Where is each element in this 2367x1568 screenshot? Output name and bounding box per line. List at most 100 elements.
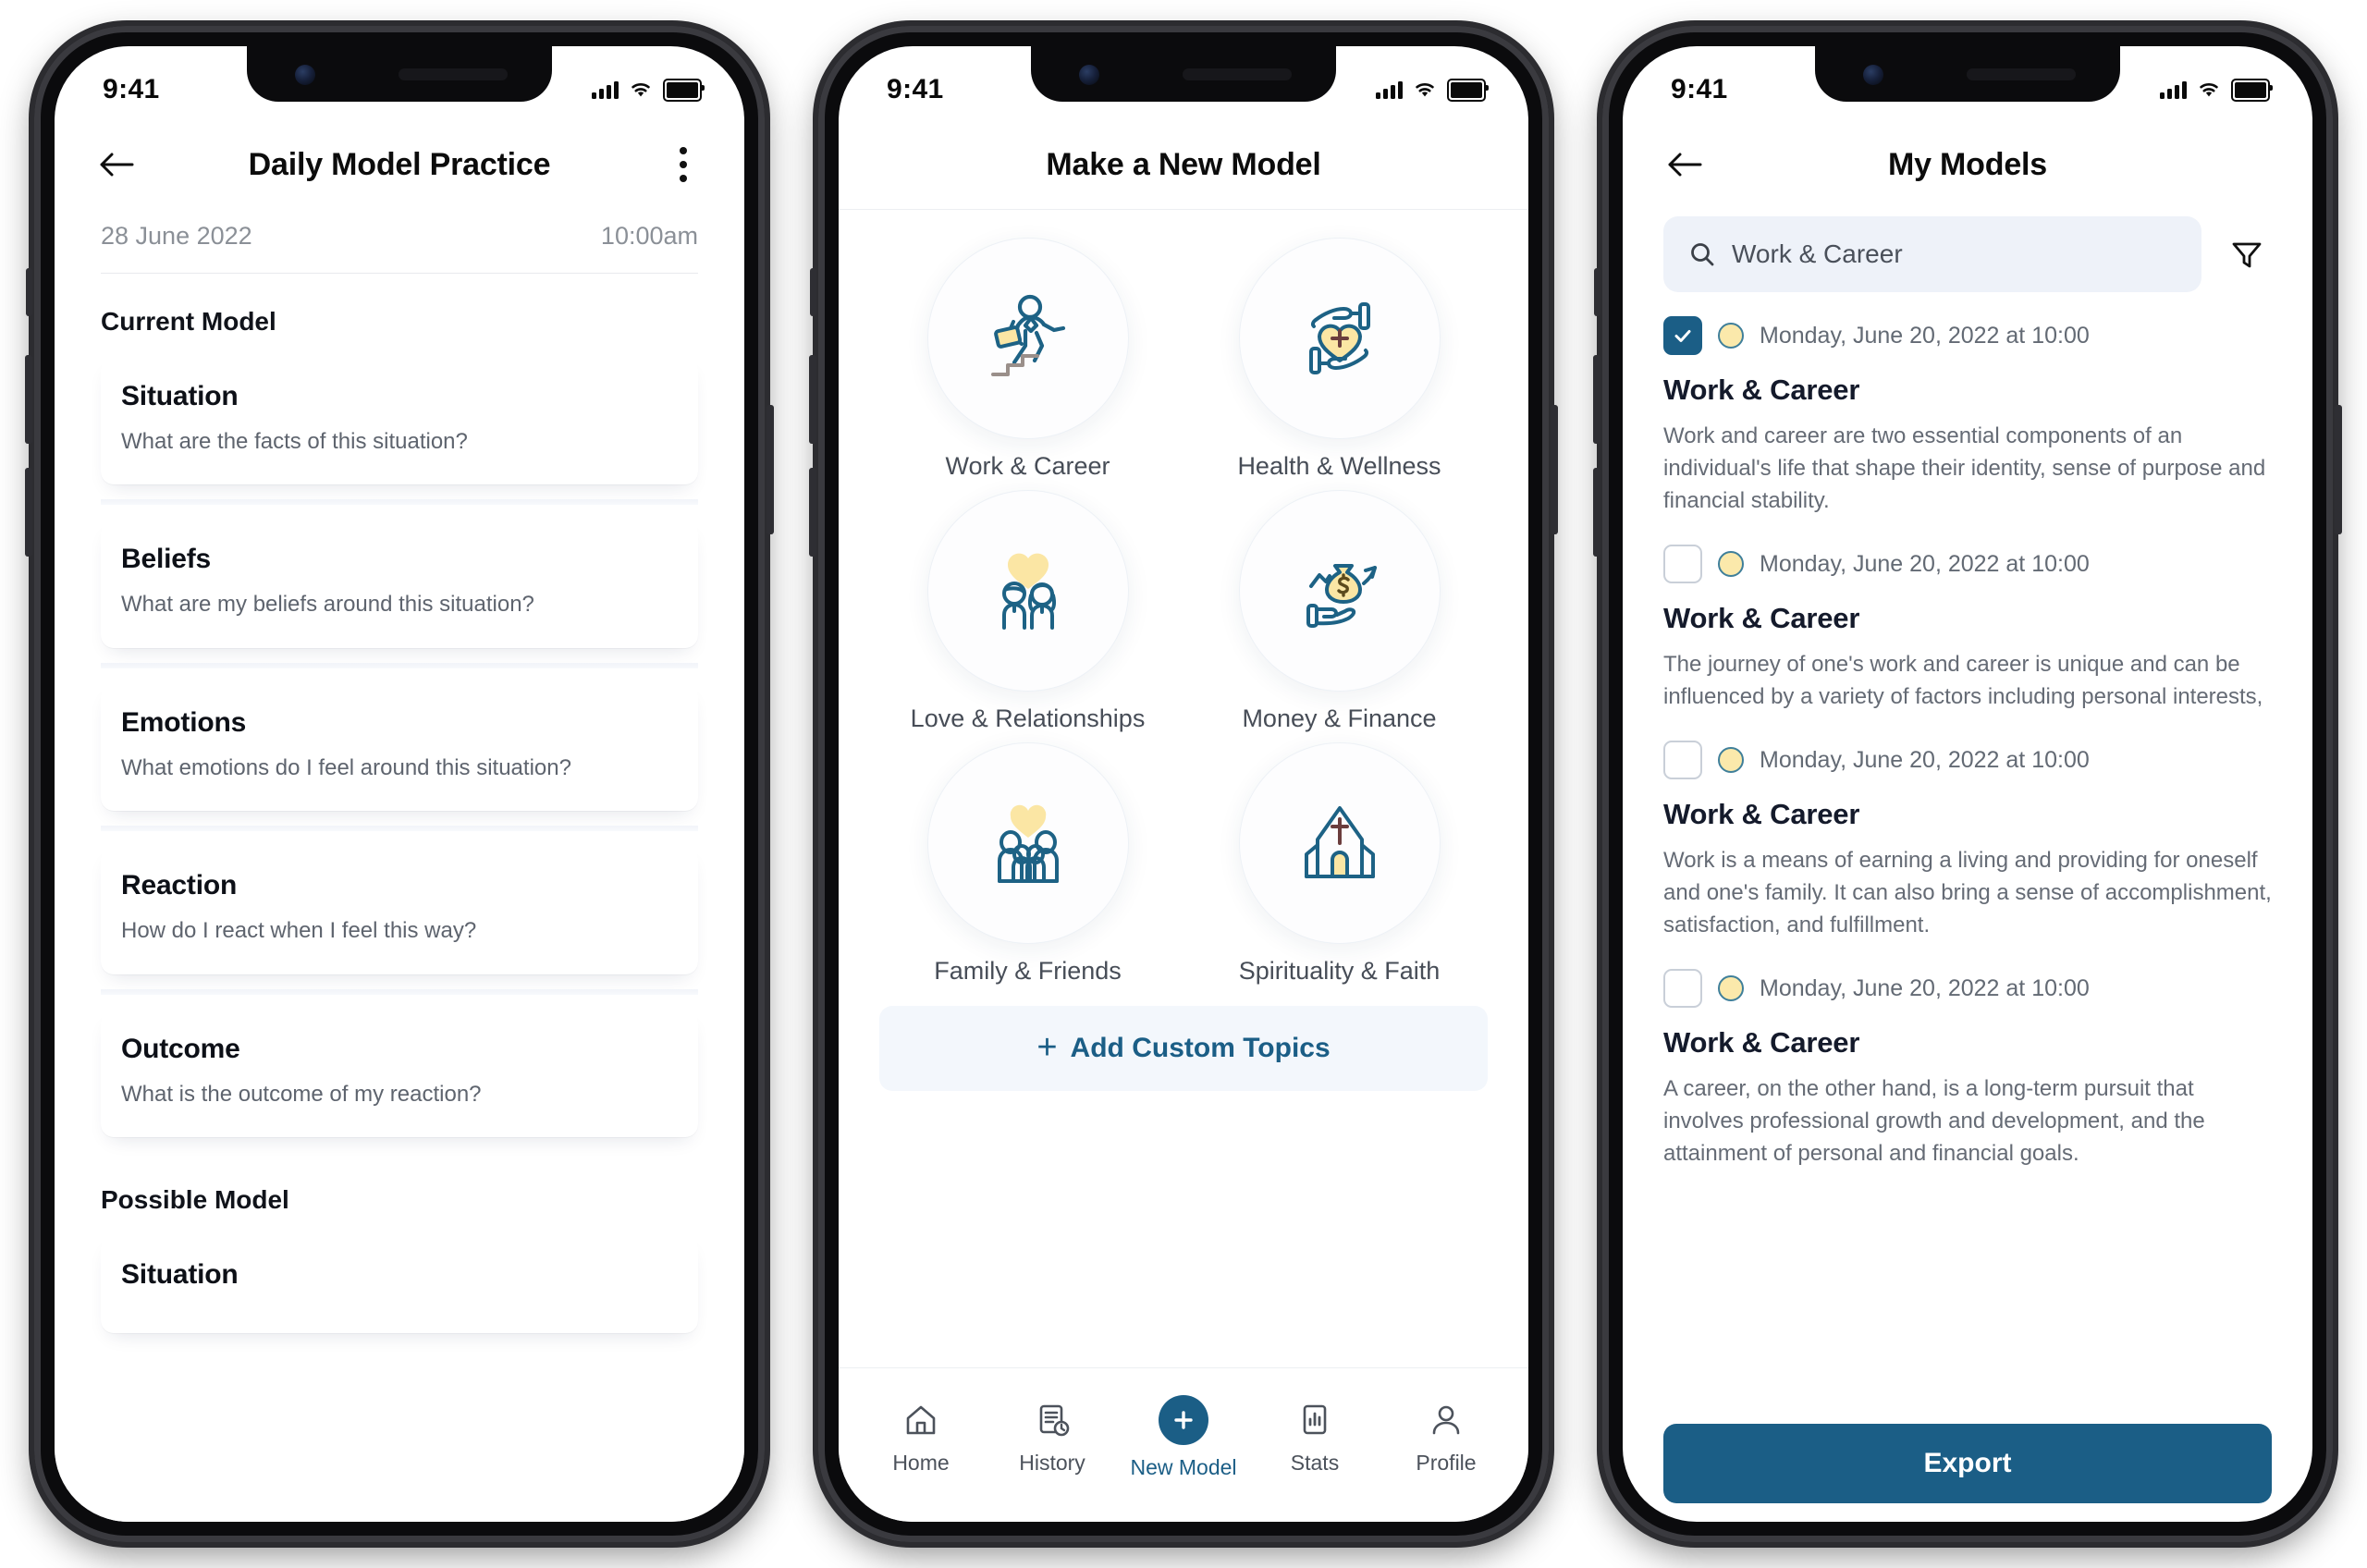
volume-up-button[interactable] [1593, 355, 1600, 444]
model-list-item[interactable]: Monday, June 20, 2022 at 10:00 Work & Ca… [1663, 969, 2272, 1170]
export-button[interactable]: Export [1663, 1424, 2272, 1503]
model-title: Work & Career [1663, 1026, 1860, 1060]
card-prompt: What is the outcome of my reaction? [121, 1081, 482, 1107]
add-custom-topics-button[interactable]: + Add Custom Topics [879, 1006, 1488, 1091]
model-card-emotions[interactable]: Emotions What emotions do I feel around … [101, 682, 698, 812]
hands-heart-plus-icon [1308, 302, 1370, 374]
silent-switch[interactable] [810, 268, 816, 316]
tab-new-model[interactable]: New Model [1123, 1395, 1244, 1480]
topic-love-relationships[interactable]: Love & Relationships [872, 490, 1184, 733]
list-fade-overlay [1623, 1381, 2312, 1418]
model-timestamp: Monday, June 20, 2022 at 10:00 [1760, 746, 2090, 773]
power-button[interactable] [1551, 405, 1558, 534]
topic-icon-wrap [1238, 490, 1441, 692]
silent-switch[interactable] [26, 268, 32, 316]
model-description: The journey of one's work and career is … [1663, 652, 2263, 710]
tab-label: Profile [1416, 1451, 1477, 1475]
model-checkbox[interactable] [1663, 741, 1702, 780]
family-heart-icon [997, 804, 1059, 883]
tab-label: Home [892, 1451, 950, 1475]
status-icons [1376, 78, 1489, 102]
model-card-beliefs[interactable]: Beliefs What are my beliefs around this … [101, 520, 698, 648]
card-gap [101, 499, 698, 506]
arrow-left-icon [1668, 153, 1702, 177]
card-prompt: What are the facts of this situation? [121, 429, 468, 454]
home-icon [906, 1405, 936, 1435]
topic-money-finance[interactable]: Money & Finance [1184, 490, 1495, 733]
cellular-icon [2160, 80, 2187, 99]
model-checkbox[interactable] [1663, 316, 1702, 355]
model-timestamp: Monday, June 20, 2022 at 10:00 [1760, 550, 2090, 577]
model-list-item[interactable]: Monday, June 20, 2022 at 10:00 Work & Ca… [1663, 545, 2272, 713]
topic-icon-wrap [926, 238, 1129, 439]
model-description: Work is a means of earning a living and … [1663, 848, 2272, 938]
front-camera-icon [295, 65, 315, 85]
model-card-outcome[interactable]: Outcome What is the outcome of my reacti… [101, 1009, 698, 1137]
tab-profile[interactable]: Profile [1386, 1400, 1506, 1476]
topic-spirituality-faith[interactable]: Spirituality & Faith [1184, 742, 1495, 986]
model-card-situation[interactable]: Situation What are the facts of this sit… [101, 357, 698, 485]
silent-switch[interactable] [1594, 268, 1600, 316]
model-item-header: Monday, June 20, 2022 at 10:00 [1663, 741, 2272, 780]
volume-up-button[interactable] [25, 355, 32, 444]
volume-down-button[interactable] [1593, 468, 1600, 557]
model-list-item[interactable]: Monday, June 20, 2022 at 10:00 Work & Ca… [1663, 316, 2272, 517]
search-row: Work & Career [1623, 209, 2312, 292]
back-button[interactable] [93, 141, 140, 188]
model-title: Work & Career [1663, 602, 1860, 635]
wifi-icon [632, 83, 650, 97]
model-checkbox[interactable] [1663, 545, 1702, 584]
tab-label: New Model [1130, 1455, 1237, 1479]
volume-down-button[interactable] [25, 468, 32, 557]
topic-icon-wrap [1238, 238, 1441, 439]
topic-work-career[interactable]: Work & Career [872, 238, 1184, 481]
page-title: Daily Model Practice [248, 146, 551, 182]
filter-button[interactable] [2222, 229, 2272, 279]
topic-label: Health & Wellness [1237, 452, 1441, 480]
model-list-item[interactable]: Monday, June 20, 2022 at 10:00 Work & Ca… [1663, 741, 2272, 941]
nav-bar-3: My Models [1623, 120, 2312, 209]
tab-home[interactable]: Home [861, 1400, 981, 1476]
card-prompt: What emotions do I feel around this situ… [121, 754, 571, 780]
earpiece-speaker [1183, 68, 1292, 80]
phone-1-daily-model-practice: 9:41 Daily Model Practice 28 June 2022 1… [25, 26, 774, 1542]
entry-meta: 28 June 2022 10:00am [55, 209, 744, 273]
topic-family-friends[interactable]: Family & Friends [872, 742, 1184, 986]
screen-1-content[interactable]: 28 June 2022 10:00am Current Model Situa… [55, 209, 744, 1522]
model-description: A career, on the other hand, is a long-t… [1663, 1076, 2205, 1167]
model-checkbox[interactable] [1663, 969, 1702, 1009]
power-button[interactable] [2335, 405, 2342, 534]
volume-up-button[interactable] [809, 355, 816, 444]
tab-stats[interactable]: Stats [1255, 1400, 1375, 1476]
power-button[interactable] [767, 405, 774, 534]
card-title: Reaction [121, 870, 238, 901]
plus-circle-icon [1159, 1395, 1208, 1445]
briefcase-person-stairs-icon [990, 294, 1065, 376]
model-title: Work & Career [1663, 374, 1860, 406]
back-button[interactable] [1662, 141, 1708, 188]
nav-bar-2: Make a New Model [839, 120, 1528, 209]
model-description: Work and career are two essential compon… [1663, 423, 2266, 514]
model-card-possible-situation[interactable]: Situation [101, 1234, 698, 1333]
church-cross-icon [1304, 806, 1375, 878]
model-item-header: Monday, June 20, 2022 at 10:00 [1663, 316, 2272, 355]
model-card-reaction[interactable]: Reaction How do I react when I feel this… [101, 846, 698, 974]
export-label: Export [1923, 1448, 2012, 1478]
overflow-menu-icon [680, 147, 687, 154]
topic-health-wellness[interactable]: Health & Wellness [1184, 238, 1495, 481]
model-timestamp: Monday, June 20, 2022 at 10:00 [1760, 974, 2090, 1001]
tab-label: History [1019, 1451, 1085, 1475]
screen-2-content: Work & Career Health & Wellness Love & R… [839, 210, 1528, 1396]
card-title: Situation [121, 1258, 239, 1290]
status-time: 9:41 [887, 74, 944, 104]
topic-icon-wrap [926, 490, 1129, 692]
front-camera-icon [1079, 65, 1099, 85]
topic-color-dot [1718, 975, 1744, 1002]
search-input[interactable]: Work & Career [1663, 216, 2201, 292]
couple-heart-icon [1001, 553, 1056, 630]
front-camera-icon [1863, 65, 1883, 85]
volume-down-button[interactable] [809, 468, 816, 557]
tab-history[interactable]: History [992, 1400, 1112, 1476]
overflow-menu-button[interactable] [663, 141, 704, 189]
cellular-icon [1376, 80, 1403, 99]
